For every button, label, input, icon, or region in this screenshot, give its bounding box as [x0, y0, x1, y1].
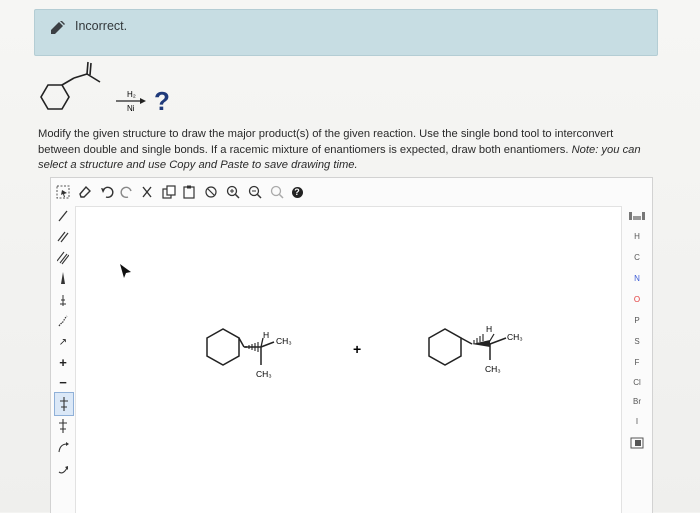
mol1-ch3-right: CH₃ [276, 336, 292, 346]
element-cl[interactable]: Cl [622, 378, 652, 387]
element-h[interactable]: H [622, 232, 652, 241]
bond-tools-panel: ↗ + − [51, 206, 76, 513]
wavy-bond-icon[interactable] [55, 311, 71, 331]
mol2-h-label: H [486, 324, 492, 334]
drawing-editor: ? ↗ + − H C N O P S F Cl Br I H CH₃ CH₃ … [50, 177, 653, 513]
product-enantiomer-2[interactable]: H CH₃ CH₃ [428, 324, 523, 374]
curved-arrow-icon[interactable] [55, 460, 71, 480]
double-bond-icon[interactable] [55, 227, 71, 247]
wedge-bond-icon[interactable] [55, 268, 71, 288]
help-icon[interactable]: ? [291, 186, 303, 198]
cursor-icon [120, 264, 131, 278]
canvas-plus-sign: + [353, 341, 361, 357]
element-p[interactable]: P [622, 316, 652, 325]
redo-icon[interactable] [119, 184, 135, 200]
add-atom-plus-icon[interactable] [55, 416, 71, 436]
page: Incorrect. H₂ Ni ? Modify the given stru… [0, 0, 700, 513]
question-instructions: Modify the given structure to draw the m… [38, 127, 658, 174]
reaction-scheme: H₂ Ni ? [40, 61, 170, 116]
hash-bond-icon[interactable] [55, 290, 71, 310]
electron-arrow-icon[interactable] [55, 438, 71, 458]
atom-list-icon[interactable] [629, 436, 645, 450]
charge-minus-icon[interactable]: − [55, 372, 71, 392]
undo-icon[interactable] [99, 184, 115, 200]
element-c[interactable]: C [622, 253, 652, 262]
element-i[interactable]: I [622, 417, 652, 426]
single-bond-icon[interactable] [55, 206, 71, 226]
ring-template-icon[interactable] [54, 392, 74, 416]
copy-icon[interactable] [161, 184, 177, 200]
charge-plus-icon[interactable]: + [55, 352, 71, 372]
reagent-top: H₂ [127, 90, 136, 99]
pencil-icon [51, 21, 65, 34]
feedback-status: Incorrect. [75, 19, 128, 33]
zoom-reset-icon[interactable] [269, 184, 285, 200]
chain-icon[interactable]: ↗ [55, 332, 71, 352]
element-palette: H C N O P S F Cl Br I [621, 206, 652, 513]
mol1-ch3-down: CH₃ [256, 369, 272, 379]
help-label: ? [291, 186, 303, 198]
cut-icon[interactable] [139, 184, 155, 200]
zoom-in-icon[interactable] [225, 184, 241, 200]
element-f[interactable]: F [622, 358, 652, 367]
paste-icon[interactable] [181, 184, 197, 200]
mol1-h-label: H [263, 330, 269, 340]
element-br[interactable]: Br [622, 397, 652, 406]
reagent-bottom: Ni [127, 104, 135, 113]
instruction-text: Modify the given structure to draw the m… [38, 128, 614, 156]
element-s[interactable]: S [622, 337, 652, 346]
periodic-table-icon[interactable] [629, 210, 645, 222]
mol2-ch3-right: CH₃ [507, 332, 523, 342]
mol2-ch3-down: CH₃ [485, 364, 501, 374]
select-lasso-icon[interactable] [55, 184, 71, 200]
product-enantiomer-1[interactable]: H CH₃ CH₃ [206, 328, 292, 379]
eraser-icon[interactable] [77, 184, 93, 200]
triple-bond-icon[interactable] [55, 248, 71, 268]
drawing-canvas[interactable]: H CH₃ CH₃ + H CH₃ CH₃ [76, 207, 621, 513]
element-n[interactable]: N [622, 274, 652, 283]
feedback-banner: Incorrect. [34, 9, 658, 56]
editor-toolbar: ? [51, 178, 652, 207]
zoom-out-icon[interactable] [247, 184, 263, 200]
product-question-mark: ? [154, 86, 170, 116]
clean-icon[interactable] [203, 184, 219, 200]
reactant-ring [40, 84, 70, 110]
element-o[interactable]: O [622, 295, 652, 304]
